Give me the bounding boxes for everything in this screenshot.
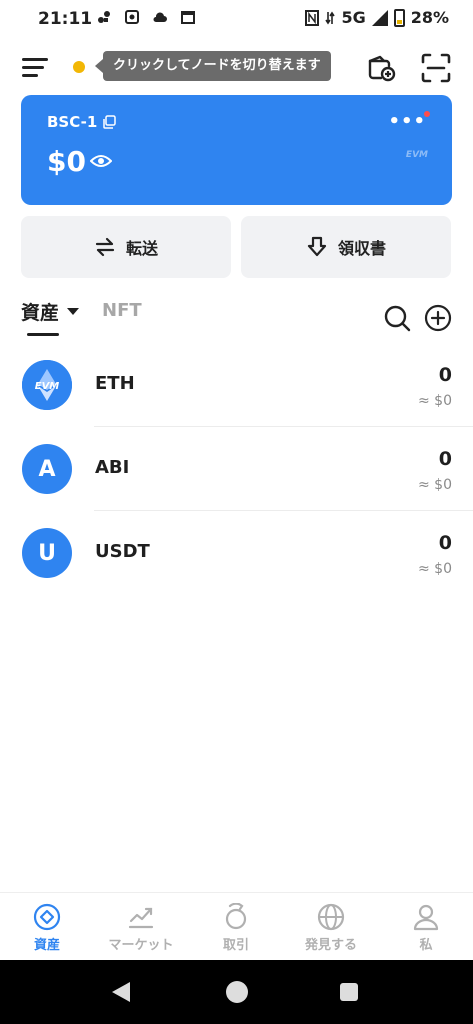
- status-time: 21:11: [38, 9, 93, 29]
- system-nav-bar: [0, 960, 473, 1024]
- network-name: BSC-1: [47, 113, 98, 131]
- transfer-icon: [95, 237, 115, 257]
- node-switch-tooltip: クリックしてノードを切り替えます: [95, 51, 331, 81]
- home-icon[interactable]: [226, 981, 248, 1003]
- total-balance: $0: [47, 145, 86, 178]
- nav-label: 資産: [33, 938, 60, 953]
- receive-icon: [307, 236, 327, 257]
- token-fiat-value: ≈ $0: [418, 561, 452, 577]
- network-type: 5G: [341, 8, 366, 27]
- nav-trade[interactable]: 取引: [189, 903, 283, 959]
- receive-button[interactable]: 領収書: [241, 216, 451, 278]
- cloud-icon: [153, 12, 167, 22]
- nav-label: 私: [419, 938, 433, 953]
- discover-icon: [317, 903, 345, 931]
- notification-badge: [424, 111, 430, 117]
- node-status-dot[interactable]: [73, 61, 85, 73]
- tab-active-indicator: [27, 333, 59, 336]
- bottom-nav: 資産 マーケット 取引 発見する 私: [0, 892, 473, 960]
- eth-token-icon: EVM: [22, 360, 72, 410]
- more-options-button[interactable]: •••: [388, 111, 426, 132]
- nav-label: マーケット: [108, 938, 174, 953]
- app-header: クリックしてノードを切り替えます: [0, 46, 473, 90]
- nav-discover[interactable]: 発見する: [284, 903, 378, 959]
- wallet-add-icon[interactable]: [365, 52, 397, 84]
- token-amount: 0: [438, 364, 452, 386]
- market-icon: [128, 907, 154, 929]
- scan-icon[interactable]: [420, 52, 452, 84]
- usdt-token-icon: U: [22, 528, 72, 578]
- evm-watermark: EVM: [405, 150, 428, 160]
- token-row-eth[interactable]: EVM ETH 0 ≈ $0: [0, 343, 473, 427]
- add-token-icon[interactable]: [424, 304, 452, 332]
- data-icon: [325, 11, 336, 24]
- token-fiat-value: ≈ $0: [418, 393, 452, 409]
- search-icon[interactable]: [383, 304, 411, 332]
- tab-assets[interactable]: 資産: [21, 298, 59, 325]
- nav-assets[interactable]: 資産: [0, 903, 94, 959]
- token-symbol: ETH: [95, 373, 135, 394]
- copy-icon[interactable]: [102, 115, 116, 129]
- token-fiat-value: ≈ $0: [418, 477, 452, 493]
- status-notification-icons: [96, 9, 196, 25]
- nav-label: 発見する: [304, 938, 357, 953]
- token-symbol: ABI: [95, 457, 130, 478]
- back-icon[interactable]: [112, 982, 130, 1002]
- signal-icon: [371, 9, 388, 26]
- status-right: 5G 28%: [305, 8, 449, 27]
- nav-market[interactable]: マーケット: [94, 903, 188, 959]
- token-row-abi[interactable]: A ABI 0 ≈ $0: [0, 427, 473, 511]
- calendar-icon: [181, 11, 195, 24]
- token-amount: 0: [438, 448, 452, 470]
- status-bar: 21:11 5G 28%: [0, 0, 473, 36]
- nav-profile[interactable]: 私: [379, 903, 473, 959]
- chevron-down-icon[interactable]: [67, 308, 79, 315]
- menu-icon[interactable]: [22, 56, 48, 78]
- transfer-button[interactable]: 転送: [21, 216, 231, 278]
- token-symbol: USDT: [95, 541, 150, 562]
- tab-nft[interactable]: NFT: [102, 300, 142, 321]
- battery-percent: 28%: [410, 8, 449, 27]
- token-row-usdt[interactable]: U USDT 0 ≈ $0: [0, 511, 473, 595]
- assets-icon: [33, 903, 61, 931]
- abi-token-icon: A: [22, 444, 72, 494]
- token-amount: 0: [438, 532, 452, 554]
- trade-icon: [225, 903, 247, 930]
- profile-icon: [413, 904, 439, 931]
- nav-label: 取引: [222, 938, 249, 953]
- eth-avatar-text: EVM: [35, 381, 60, 392]
- transfer-label: 転送: [125, 239, 158, 258]
- notification-icon: [98, 11, 110, 23]
- recent-apps-icon[interactable]: [340, 983, 358, 1001]
- battery-icon: [393, 8, 405, 27]
- receive-label: 領収書: [337, 239, 386, 258]
- wallet-card[interactable]: BSC-1 $0 ••• EVM: [21, 95, 452, 205]
- nfc-icon: [305, 9, 320, 26]
- settings-icon: [125, 10, 139, 24]
- eye-icon[interactable]: [90, 153, 112, 169]
